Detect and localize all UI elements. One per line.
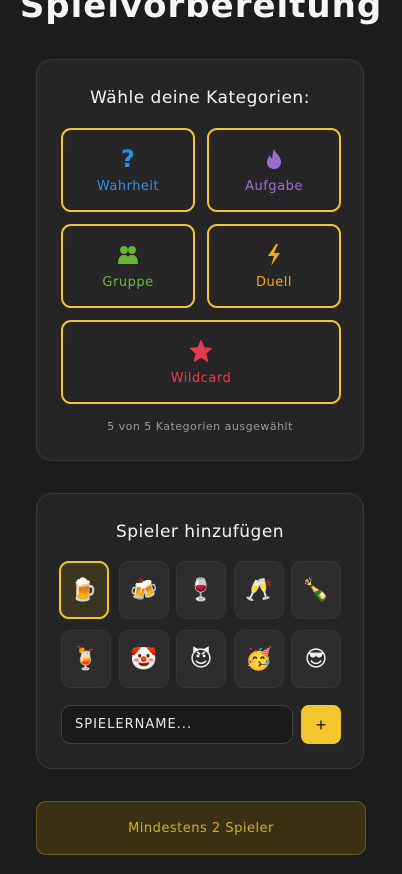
category-count-text: 5 von 5 Kategorien ausgewählt	[107, 420, 293, 433]
category-wildcard-button[interactable]: Wildcard	[61, 320, 341, 404]
player-name-input[interactable]	[61, 705, 293, 744]
category-gruppe-button[interactable]: Gruppe	[61, 224, 195, 308]
avatar-option[interactable]: 🥂	[234, 561, 284, 619]
category-label: Wahrheit	[96, 178, 160, 194]
category-duell-button[interactable]: Duell	[207, 224, 341, 308]
avatar-option[interactable]: 😈	[176, 630, 226, 688]
players-card: Spieler hinzufügen 🍺 🍻 🍷 🥂 🍾 🍹 🤡 😈 🥳 😎 +	[36, 493, 364, 769]
start-game-button[interactable]: Mindestens 2 Spieler	[36, 801, 366, 855]
avatar-option[interactable]: 😎	[291, 630, 341, 688]
group-icon	[117, 243, 139, 267]
avatar-option[interactable]: 🍷	[176, 561, 226, 619]
category-label: Wildcard	[170, 370, 232, 386]
categories-card: Wähle deine Kategorien: ? Wahrheit Aufga…	[36, 59, 364, 461]
lightning-icon	[266, 243, 282, 267]
page-title: Spielvorbereitung	[19, 0, 383, 26]
flame-icon	[265, 147, 283, 171]
category-aufgabe-button[interactable]: Aufgabe	[207, 128, 341, 212]
avatar-option[interactable]: 🤡	[119, 630, 169, 688]
players-heading: Spieler hinzufügen	[115, 522, 285, 542]
category-label: Aufgabe	[245, 178, 303, 194]
question-icon: ?	[121, 144, 135, 173]
avatar-option[interactable]: 🍹	[61, 630, 111, 688]
avatar-option[interactable]: 🍾	[291, 561, 341, 619]
category-label: Gruppe	[102, 274, 154, 290]
avatar-option[interactable]: 🥳	[234, 630, 284, 688]
avatar-option[interactable]: 🍻	[119, 561, 169, 619]
avatar-option[interactable]: 🍺	[59, 561, 109, 619]
star-icon	[190, 339, 212, 363]
plus-icon: +	[315, 714, 327, 735]
categories-heading: Wähle deine Kategorien:	[90, 88, 310, 108]
add-player-button[interactable]: +	[301, 705, 341, 744]
category-label: Duell	[256, 274, 292, 290]
category-wahrheit-button[interactable]: ? Wahrheit	[61, 128, 195, 212]
